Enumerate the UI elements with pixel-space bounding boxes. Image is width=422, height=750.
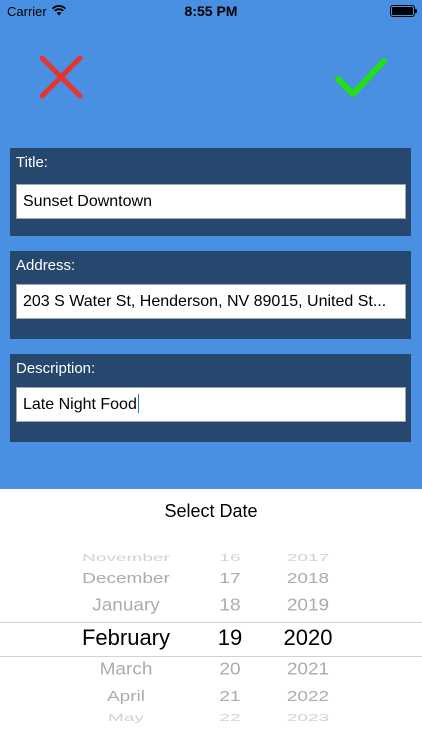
month-option[interactable]: May	[50, 712, 202, 724]
day-option[interactable]: 18	[202, 596, 258, 616]
address-input[interactable]: 203 S Water St, Henderson, NV 89015, Uni…	[16, 284, 406, 319]
day-option[interactable]: 17	[202, 571, 258, 588]
confirm-button[interactable]	[333, 56, 389, 100]
month-option[interactable]: January	[50, 596, 202, 616]
description-label: Description:	[16, 360, 96, 377]
month-option[interactable]: March	[50, 660, 202, 680]
day-option[interactable]: 21	[202, 689, 258, 706]
text-caret	[137, 394, 139, 413]
date-picker[interactable]: Select Date November December January Febru…	[0, 489, 422, 750]
description-input[interactable]: Late Night Food	[16, 387, 406, 422]
status-bar: Carrier 8:55 PM	[0, 0, 422, 24]
month-option[interactable]: December	[50, 571, 202, 588]
month-option[interactable]: November	[50, 552, 202, 564]
title-input[interactable]: Sunset Downtown	[16, 184, 406, 219]
month-option[interactable]: February	[50, 625, 202, 651]
year-option[interactable]: 2017	[258, 552, 358, 564]
title-field-panel: Title: Sunset Downtown	[10, 148, 411, 236]
day-option[interactable]: 16	[202, 552, 258, 564]
description-text: Late Night Food	[23, 396, 137, 413]
x-mark-icon	[39, 55, 83, 99]
checkmark-icon	[335, 58, 387, 97]
cancel-button[interactable]	[37, 54, 85, 100]
status-time: 8:55 PM	[184, 3, 238, 19]
year-wheel[interactable]: 2017 2018 2019 2020 2021 2022 2023	[258, 489, 358, 750]
day-option[interactable]: 22	[202, 712, 258, 724]
battery-icon	[390, 5, 417, 17]
month-wheel[interactable]: November December January February March Apri…	[50, 489, 202, 750]
day-option[interactable]: 19	[202, 625, 258, 651]
day-wheel[interactable]: 16 17 18 19 20 21 22	[202, 489, 258, 750]
year-option[interactable]: 2020	[258, 625, 358, 651]
year-option[interactable]: 2019	[258, 596, 358, 616]
year-option[interactable]: 2022	[258, 689, 358, 706]
year-option[interactable]: 2021	[258, 660, 358, 680]
day-option[interactable]: 20	[202, 660, 258, 680]
description-field-panel: Description: Late Night Food	[10, 354, 411, 442]
year-option[interactable]: 2023	[258, 712, 358, 724]
address-field-panel: Address: 203 S Water St, Henderson, NV 8…	[10, 251, 411, 339]
month-option[interactable]: April	[50, 689, 202, 706]
year-option[interactable]: 2018	[258, 571, 358, 588]
title-label: Title:	[16, 154, 48, 171]
address-label: Address:	[16, 257, 76, 274]
